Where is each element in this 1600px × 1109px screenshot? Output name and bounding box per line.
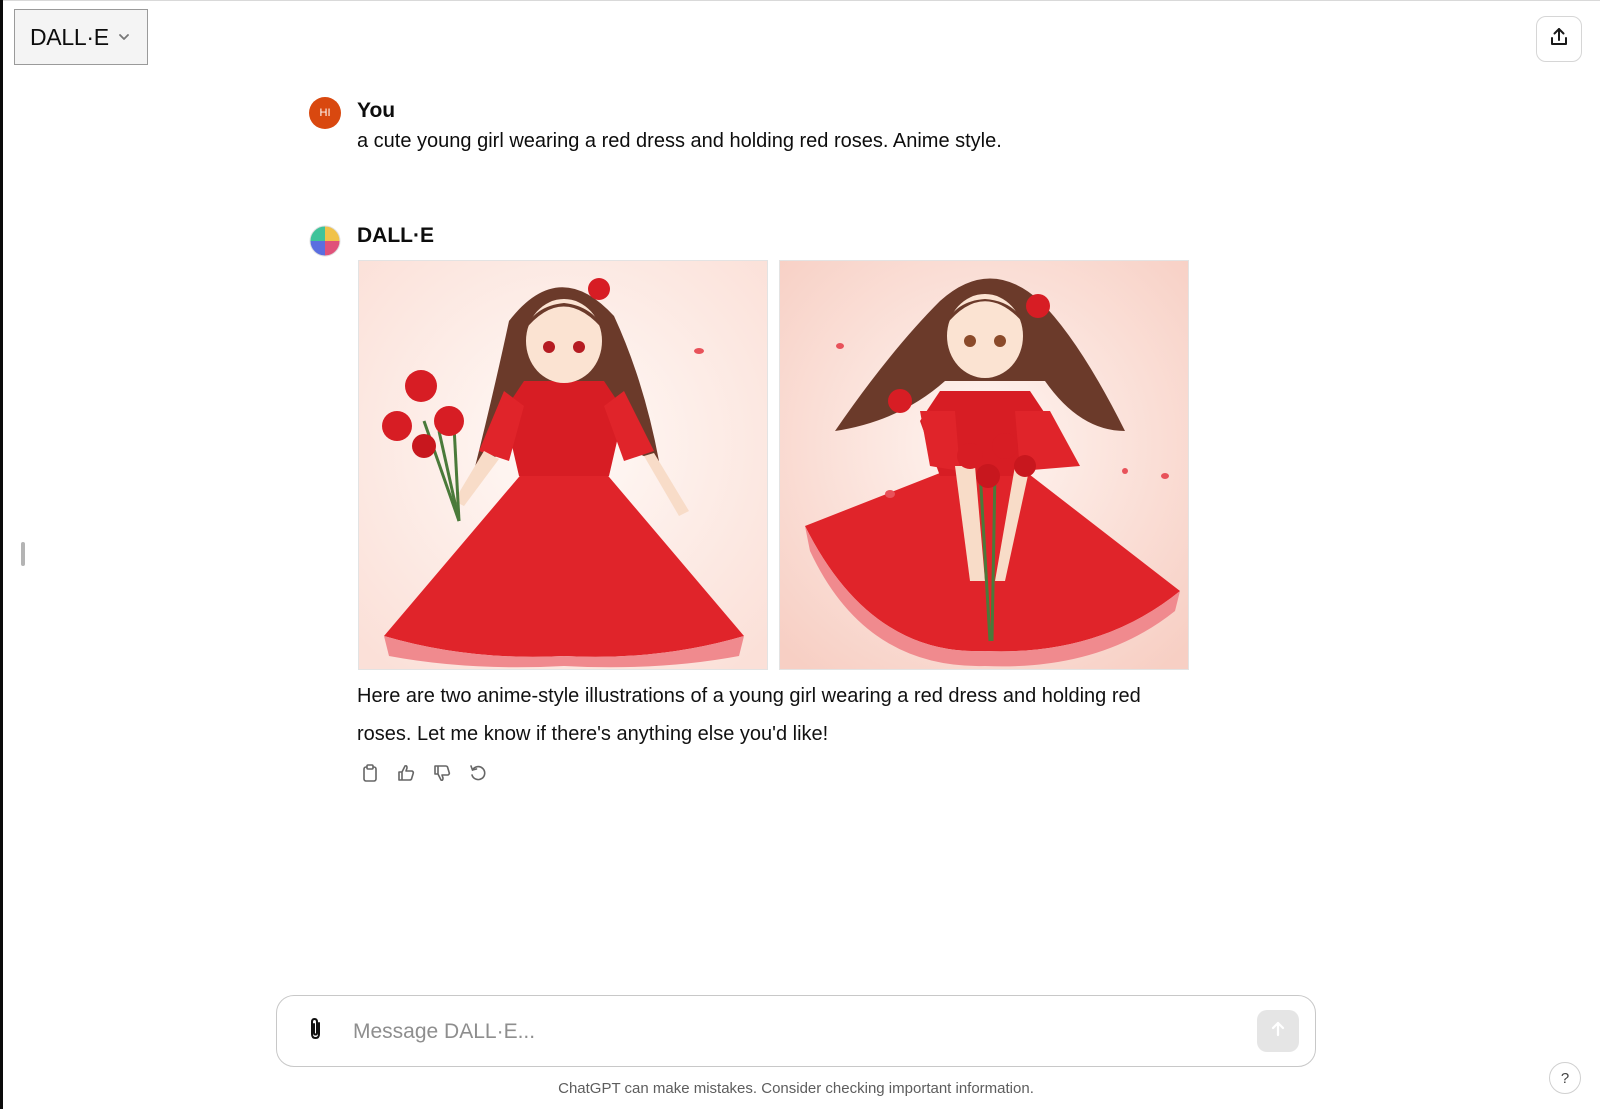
window-left-edge <box>0 0 3 1109</box>
user-author-name: You <box>357 99 396 122</box>
message-actions <box>357 762 491 788</box>
model-selector-button[interactable]: DALL·E <box>14 9 148 65</box>
thumbs-up-button[interactable] <box>393 762 419 788</box>
disclaimer-text: ChatGPT can make mistakes. Consider chec… <box>558 1080 1034 1097</box>
thumbs-up-icon <box>396 763 416 788</box>
top-border <box>0 0 1600 1</box>
clipboard-icon <box>360 763 380 788</box>
copy-button[interactable] <box>357 762 383 788</box>
user-avatar-initials: HI <box>319 107 331 119</box>
thumbs-down-icon <box>432 763 452 788</box>
assistant-author-name: DALL·E <box>357 224 434 247</box>
thumbs-down-button[interactable] <box>429 762 455 788</box>
send-button[interactable] <box>1257 1010 1299 1052</box>
sidebar-toggle-handle[interactable] <box>21 542 25 566</box>
user-message-text: a cute young girl wearing a red dress an… <box>357 130 1002 152</box>
message-input[interactable] <box>351 1012 1215 1052</box>
regenerate-icon <box>468 763 488 788</box>
dalle-color-wheel-icon <box>309 225 341 257</box>
help-button[interactable]: ? <box>1549 1062 1581 1094</box>
share-icon <box>1548 26 1570 53</box>
attach-button[interactable] <box>301 1016 331 1046</box>
share-button[interactable] <box>1536 16 1582 62</box>
paperclip-icon <box>304 1016 328 1047</box>
help-label: ? <box>1560 1069 1570 1087</box>
arrow-up-icon <box>1268 1019 1288 1044</box>
regenerate-button[interactable] <box>465 762 491 788</box>
chevron-down-icon <box>117 30 131 44</box>
user-avatar: HI <box>309 97 341 129</box>
generated-image-2[interactable] <box>779 260 1189 670</box>
assistant-message-text: Here are two anime-style illustrations o… <box>357 685 1141 745</box>
generated-image-1[interactable] <box>358 260 768 670</box>
message-composer <box>276 995 1316 1067</box>
model-name: DALL·E <box>30 23 109 50</box>
